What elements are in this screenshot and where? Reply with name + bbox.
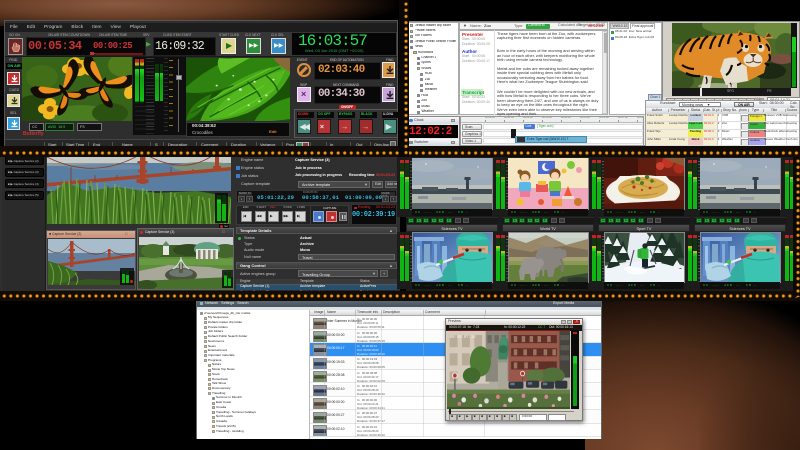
svg-text:00:00:07:18: 00:00:07:18 [450,335,476,340]
